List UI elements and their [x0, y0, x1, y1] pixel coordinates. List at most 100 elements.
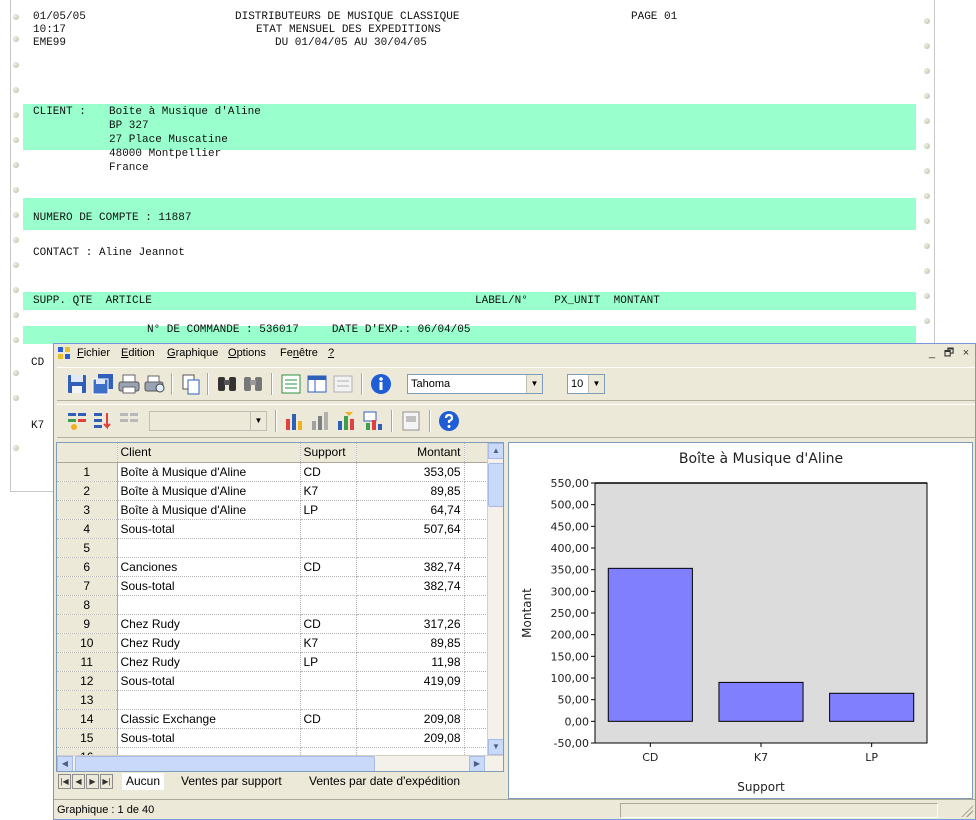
cell-support[interactable] — [300, 538, 357, 558]
chart-panel[interactable]: Boîte à Musique d'Aline 550,00 500,00 450,0… — [508, 442, 973, 799]
bar-chart-button[interactable] — [283, 409, 307, 433]
cell-empty[interactable] — [464, 557, 488, 577]
copy-button[interactable] — [179, 372, 203, 396]
filter-button[interactable] — [117, 409, 141, 433]
chart-data-button[interactable] — [361, 409, 385, 433]
cell-client[interactable]: Chez Rudy — [117, 633, 301, 653]
cell-client[interactable]: Canciones — [117, 557, 301, 577]
chevron-down-icon[interactable]: ▼ — [526, 375, 542, 393]
tab-ventes-par-support[interactable]: Ventes par support — [181, 773, 282, 790]
cell-support[interactable]: CD — [300, 709, 357, 729]
print-preview-button[interactable] — [143, 372, 167, 396]
table-row[interactable]: 6 Canciones CD 382,74 — [57, 557, 488, 577]
cell-montant[interactable]: 317,26 — [356, 614, 465, 634]
horizontal-scrollbar[interactable]: ◀ ▶ — [57, 755, 503, 771]
scroll-left-button[interactable]: ◀ — [57, 756, 73, 771]
row-header[interactable]: 6 — [57, 557, 118, 577]
cell-client[interactable] — [117, 690, 301, 710]
restore-button[interactable]: 🗗 — [942, 346, 956, 360]
cell-support[interactable]: K7 — [300, 633, 357, 653]
cell-montant[interactable]: 11,98 — [356, 652, 465, 672]
cell-support[interactable] — [300, 671, 357, 691]
cell-client[interactable]: Chez Rudy — [117, 652, 301, 672]
cell-empty[interactable] — [464, 595, 488, 615]
cell-montant[interactable]: 209,08 — [356, 728, 465, 748]
menu-edition[interactable]: Edition — [121, 347, 155, 359]
table-row[interactable]: 7 Sous-total 382,74 — [57, 576, 488, 596]
chevron-down-icon[interactable]: ▼ — [250, 412, 266, 430]
scroll-right-button[interactable]: ▶ — [469, 756, 485, 771]
cell-support[interactable]: K7 — [300, 481, 357, 501]
cell-montant[interactable]: 507,64 — [356, 519, 465, 539]
table-row[interactable]: 4 Sous-total 507,64 — [57, 519, 488, 539]
cell-client[interactable]: Sous-total — [117, 576, 301, 596]
sort-button[interactable] — [91, 409, 115, 433]
next-sheet-button[interactable]: ▶ — [86, 774, 99, 789]
chart-select[interactable]: ▼ — [149, 411, 267, 431]
cell-empty[interactable] — [464, 652, 488, 672]
cell-empty[interactable] — [464, 709, 488, 729]
table-row[interactable]: 10 Chez Rudy K7 89,85 — [57, 633, 488, 653]
vertical-scroll-thumb[interactable] — [488, 463, 503, 507]
cell-support[interactable]: CD — [300, 557, 357, 577]
cell-client[interactable]: Boîte à Musique d'Aline — [117, 462, 301, 482]
info-button[interactable] — [369, 372, 393, 396]
prev-sheet-button[interactable]: ◀ — [72, 774, 85, 789]
app-icon[interactable] — [58, 347, 72, 359]
cell-client[interactable]: Boîte à Musique d'Aline — [117, 500, 301, 520]
row-header[interactable]: 12 — [57, 671, 118, 691]
menu-fichier[interactable]: Fichier — [77, 347, 110, 359]
form-view-button[interactable] — [331, 372, 355, 396]
row-header[interactable]: 9 — [57, 614, 118, 634]
table-row[interactable]: 11 Chez Rudy LP 11,98 — [57, 652, 488, 672]
cell-montant[interactable]: 89,85 — [356, 481, 465, 501]
font-size-select[interactable]: 10 ▼ — [567, 374, 605, 394]
corner-header[interactable] — [57, 443, 118, 463]
cell-montant[interactable]: 419,09 — [356, 671, 465, 691]
row-header[interactable]: 3 — [57, 500, 118, 520]
chart-type-button[interactable] — [309, 409, 333, 433]
cell-empty[interactable] — [464, 690, 488, 710]
table-row[interactable]: 8 — [57, 595, 488, 615]
column-header-montant[interactable]: Montant — [356, 443, 465, 463]
tab-aucun[interactable]: Aucun — [122, 773, 165, 790]
cell-empty[interactable] — [464, 462, 488, 482]
cell-montant[interactable]: 209,08 — [356, 709, 465, 729]
row-header[interactable]: 2 — [57, 481, 118, 501]
cell-client[interactable]: Boîte à Musique d'Aline — [117, 481, 301, 501]
cell-montant[interactable]: 353,05 — [356, 462, 465, 482]
cell-empty[interactable] — [464, 576, 488, 596]
font-name-select[interactable]: Tahoma ▼ — [407, 374, 543, 394]
cell-support[interactable] — [300, 519, 357, 539]
cell-client[interactable] — [117, 595, 301, 615]
cell-client[interactable] — [117, 538, 301, 558]
cell-support[interactable]: CD — [300, 614, 357, 634]
cell-client[interactable]: Chez Rudy — [117, 614, 301, 634]
row-header[interactable]: 13 — [57, 690, 118, 710]
cell-montant[interactable]: 382,74 — [356, 557, 465, 577]
cell-montant[interactable]: 89,85 — [356, 633, 465, 653]
cell-empty[interactable] — [464, 481, 488, 501]
list-view-button[interactable] — [279, 372, 303, 396]
column-header-support[interactable]: Support — [300, 443, 357, 463]
column-header-empty[interactable] — [464, 443, 488, 463]
cell-montant[interactable]: 382,74 — [356, 576, 465, 596]
last-sheet-button[interactable]: ▶| — [100, 774, 113, 789]
cell-empty[interactable] — [464, 614, 488, 634]
cell-support[interactable]: CD — [300, 462, 357, 482]
menu-graphique[interactable]: Graphique — [167, 347, 218, 359]
table-row[interactable]: 14 Classic Exchange CD 209,08 — [57, 709, 488, 729]
row-header[interactable]: 10 — [57, 633, 118, 653]
row-header[interactable]: 4 — [57, 519, 118, 539]
cell-empty[interactable] — [464, 538, 488, 558]
data-grid[interactable]: Client Support Montant 1 Boîte à Musique … — [56, 442, 504, 772]
resize-grip-icon[interactable] — [961, 805, 973, 817]
tab-ventes-par-date[interactable]: Ventes par date d'expédition — [309, 773, 460, 790]
row-header[interactable]: 1 — [57, 462, 118, 482]
cell-client[interactable]: Sous-total — [117, 728, 301, 748]
cell-empty[interactable] — [464, 500, 488, 520]
row-header[interactable]: 5 — [57, 538, 118, 558]
table-view-button[interactable] — [305, 372, 329, 396]
save-button[interactable] — [65, 372, 89, 396]
row-header[interactable]: 8 — [57, 595, 118, 615]
